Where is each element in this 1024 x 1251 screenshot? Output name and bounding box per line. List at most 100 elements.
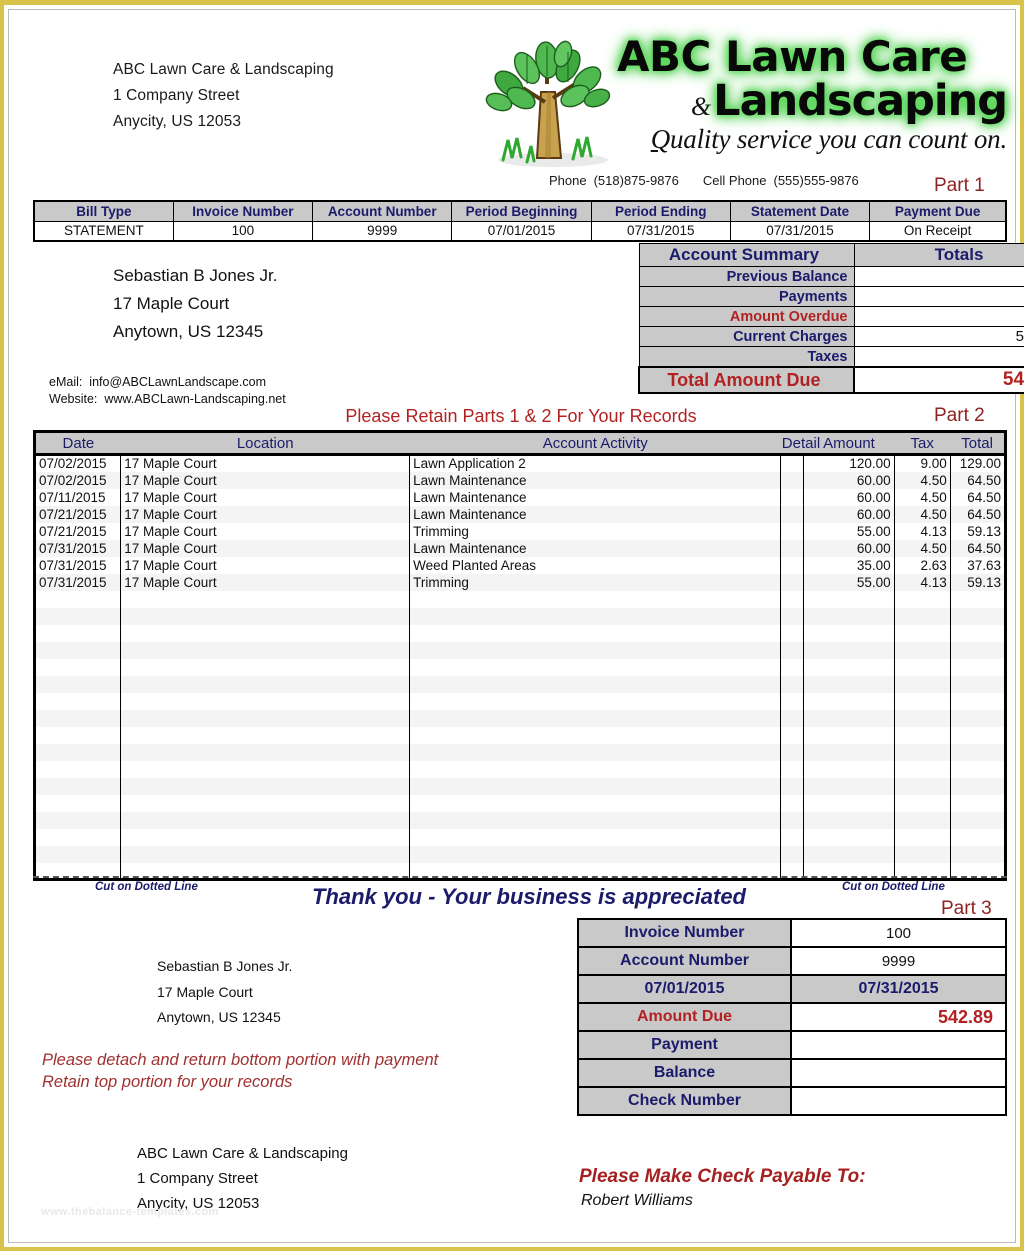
table-row[interactable]: 07/21/2015 17 Maple Court Lawn Maintenance… bbox=[34, 505, 1006, 523]
stub-value-5[interactable] bbox=[790, 1058, 1007, 1088]
table-row-empty[interactable] bbox=[35, 760, 1006, 778]
activity-cell-date: 07/21/2015 bbox=[39, 523, 107, 539]
activity-cell-empty bbox=[893, 692, 951, 710]
table-row-empty[interactable] bbox=[35, 828, 1006, 846]
table-row-empty[interactable] bbox=[34, 709, 1006, 727]
table-row[interactable]: 07/02/2015 17 Maple Court Lawn Application… bbox=[35, 454, 1006, 472]
table-row-empty[interactable] bbox=[34, 607, 1006, 625]
stub-customer-citystatezip: Anytown, US 12345 bbox=[157, 1009, 281, 1025]
table-row-empty[interactable] bbox=[34, 641, 1006, 659]
invoice-page: ABC Lawn Care & Landscaping 1 Company St… bbox=[0, 0, 1024, 1251]
activity-cell-empty bbox=[893, 641, 951, 659]
activity-cell-empty bbox=[409, 607, 781, 625]
activity-cell-empty bbox=[949, 658, 1006, 676]
activity-cell-empty bbox=[949, 760, 1006, 778]
table-row-empty[interactable] bbox=[34, 845, 1006, 863]
activity-cell-detail bbox=[780, 573, 804, 591]
activity-cell-date: 07/31/2015 bbox=[39, 557, 107, 573]
table-row-empty[interactable] bbox=[35, 658, 1006, 676]
activity-cell-empty bbox=[893, 726, 951, 744]
table-row[interactable]: 07/31/2015 17 Maple Court Weed Planted Are… bbox=[35, 556, 1006, 574]
activity-cell-date: 07/11/2015 bbox=[39, 489, 106, 505]
table-row-empty[interactable] bbox=[35, 726, 1006, 744]
customer-address-block-stub: Sebastian B Jones Jr. 17 Maple Court Any… bbox=[157, 954, 292, 1031]
logo-ampersand: & bbox=[690, 92, 711, 121]
table-row-empty[interactable] bbox=[34, 811, 1006, 829]
email-row: eMail: info@ABCLawnLandscape.com bbox=[49, 374, 286, 391]
activity-cell-empty bbox=[780, 845, 804, 863]
bill-header-table: Bill Type Invoice Number Account Number Per… bbox=[33, 200, 1007, 242]
summary-total-label: Total Amount Due bbox=[638, 366, 855, 394]
activity-cell-empty bbox=[780, 607, 804, 625]
activity-cell-empty bbox=[780, 709, 804, 727]
bill-header-cell: Payment Due bbox=[869, 200, 1007, 222]
website-value[interactable]: www.ABCLawn-Landscaping.net bbox=[104, 392, 285, 406]
activity-cell-empty bbox=[949, 709, 1006, 727]
table-row[interactable]: 07/21/2015 17 Maple Court Trimming 55.00 4.1… bbox=[35, 522, 1006, 540]
bill-value-cell: 07/01/2015 bbox=[451, 220, 592, 242]
stub-customer-name: Sebastian B Jones Jr. bbox=[157, 958, 293, 974]
logo-line-2-wrap: &Landscaping bbox=[617, 80, 1008, 123]
table-row[interactable]: 07/31/2015 17 Maple Court Trimming 55.00 4.1… bbox=[34, 573, 1006, 591]
activity-header-account-activity: Account Activity bbox=[409, 431, 781, 456]
summary-row: Current Charges505.00 bbox=[638, 326, 1024, 347]
table-row[interactable]: 07/31/2015 17 Maple Court Lawn Maintenance… bbox=[34, 539, 1006, 557]
activity-cell-empty bbox=[893, 675, 951, 693]
summary-row-label: Previous Balance bbox=[638, 266, 855, 287]
summary-row-label: Payments bbox=[638, 286, 855, 307]
activity-cell-empty bbox=[780, 794, 804, 812]
activity-cell-empty bbox=[120, 624, 410, 642]
activity-cell-empty bbox=[780, 624, 804, 642]
activity-cell-activity: Lawn Maintenance bbox=[409, 471, 781, 489]
activity-cell-empty bbox=[120, 590, 410, 608]
table-row-empty[interactable] bbox=[34, 777, 1006, 795]
company-address-top: ABC Lawn Care & Landscaping 1 Company St… bbox=[113, 57, 334, 135]
summary-row: Taxes37.89 bbox=[638, 346, 1024, 368]
company-street-bottom: 1 Company Street bbox=[137, 1170, 258, 1187]
activity-cell-empty bbox=[120, 811, 410, 829]
activity-cell-empty bbox=[120, 828, 410, 846]
activity-cell-location: 17 Maple Court bbox=[120, 505, 410, 523]
table-row-empty[interactable] bbox=[35, 692, 1006, 710]
summary-totals-header: Totals bbox=[853, 243, 1024, 267]
company-logo: ABC Lawn Care &Landscaping Quality servi… bbox=[475, 34, 1008, 174]
activity-cell-activity: Lawn Maintenance bbox=[409, 488, 781, 506]
activity-cell-activity: Lawn Application 2 bbox=[409, 454, 781, 472]
summary-row: Previous Balance0 bbox=[638, 266, 1024, 287]
activity-cell-empty bbox=[893, 590, 951, 608]
cell-phone-value: (555)555-9876 bbox=[773, 173, 859, 188]
table-row-empty[interactable] bbox=[34, 675, 1006, 693]
table-row-empty[interactable] bbox=[35, 590, 1006, 608]
summary-row: Payments0 bbox=[638, 286, 1024, 307]
bill-value-cell: 9999 bbox=[312, 220, 453, 242]
table-row[interactable]: 07/11/2015 17 Maple Court Lawn Maintenance… bbox=[35, 488, 1006, 506]
activity-cell-empty bbox=[803, 590, 895, 608]
activity-cell-detail bbox=[780, 488, 804, 506]
activity-cell-empty bbox=[409, 845, 781, 863]
activity-cell-activity: Trimming bbox=[409, 573, 781, 591]
activity-cell-empty bbox=[949, 777, 1006, 795]
activity-cell-empty bbox=[803, 777, 895, 795]
activity-cell-empty bbox=[409, 726, 781, 744]
table-row-empty[interactable] bbox=[34, 743, 1006, 761]
activity-cell-empty bbox=[35, 659, 121, 676]
stub-row: Amount Due 542.89 bbox=[577, 1002, 1007, 1032]
table-row[interactable]: 07/02/2015 17 Maple Court Lawn Maintenance… bbox=[34, 471, 1006, 489]
email-value[interactable]: info@ABCLawnLandscape.com bbox=[89, 375, 266, 389]
activity-cell-empty bbox=[34, 675, 121, 693]
logo-line-2: Landscaping bbox=[713, 76, 1008, 126]
activity-cell-empty bbox=[780, 590, 804, 608]
table-row-empty[interactable] bbox=[35, 794, 1006, 812]
activity-cell-empty bbox=[949, 726, 1006, 744]
activity-cell-tax: 4.13 bbox=[893, 522, 951, 540]
table-row-empty[interactable] bbox=[35, 624, 1006, 642]
activity-cell-empty bbox=[949, 641, 1006, 659]
invoice-sheet: ABC Lawn Care & Landscaping 1 Company St… bbox=[8, 9, 1024, 1243]
cut-dotted-line bbox=[33, 876, 1007, 878]
stub-value-6[interactable] bbox=[790, 1086, 1007, 1116]
stub-value-4[interactable] bbox=[790, 1030, 1007, 1060]
activity-cell-location: 17 Maple Court bbox=[120, 488, 410, 506]
activity-cell-date: 07/31/2015 bbox=[34, 539, 121, 557]
activity-cell-empty bbox=[780, 743, 804, 761]
company-name-bottom: ABC Lawn Care & Landscaping bbox=[137, 1145, 348, 1162]
